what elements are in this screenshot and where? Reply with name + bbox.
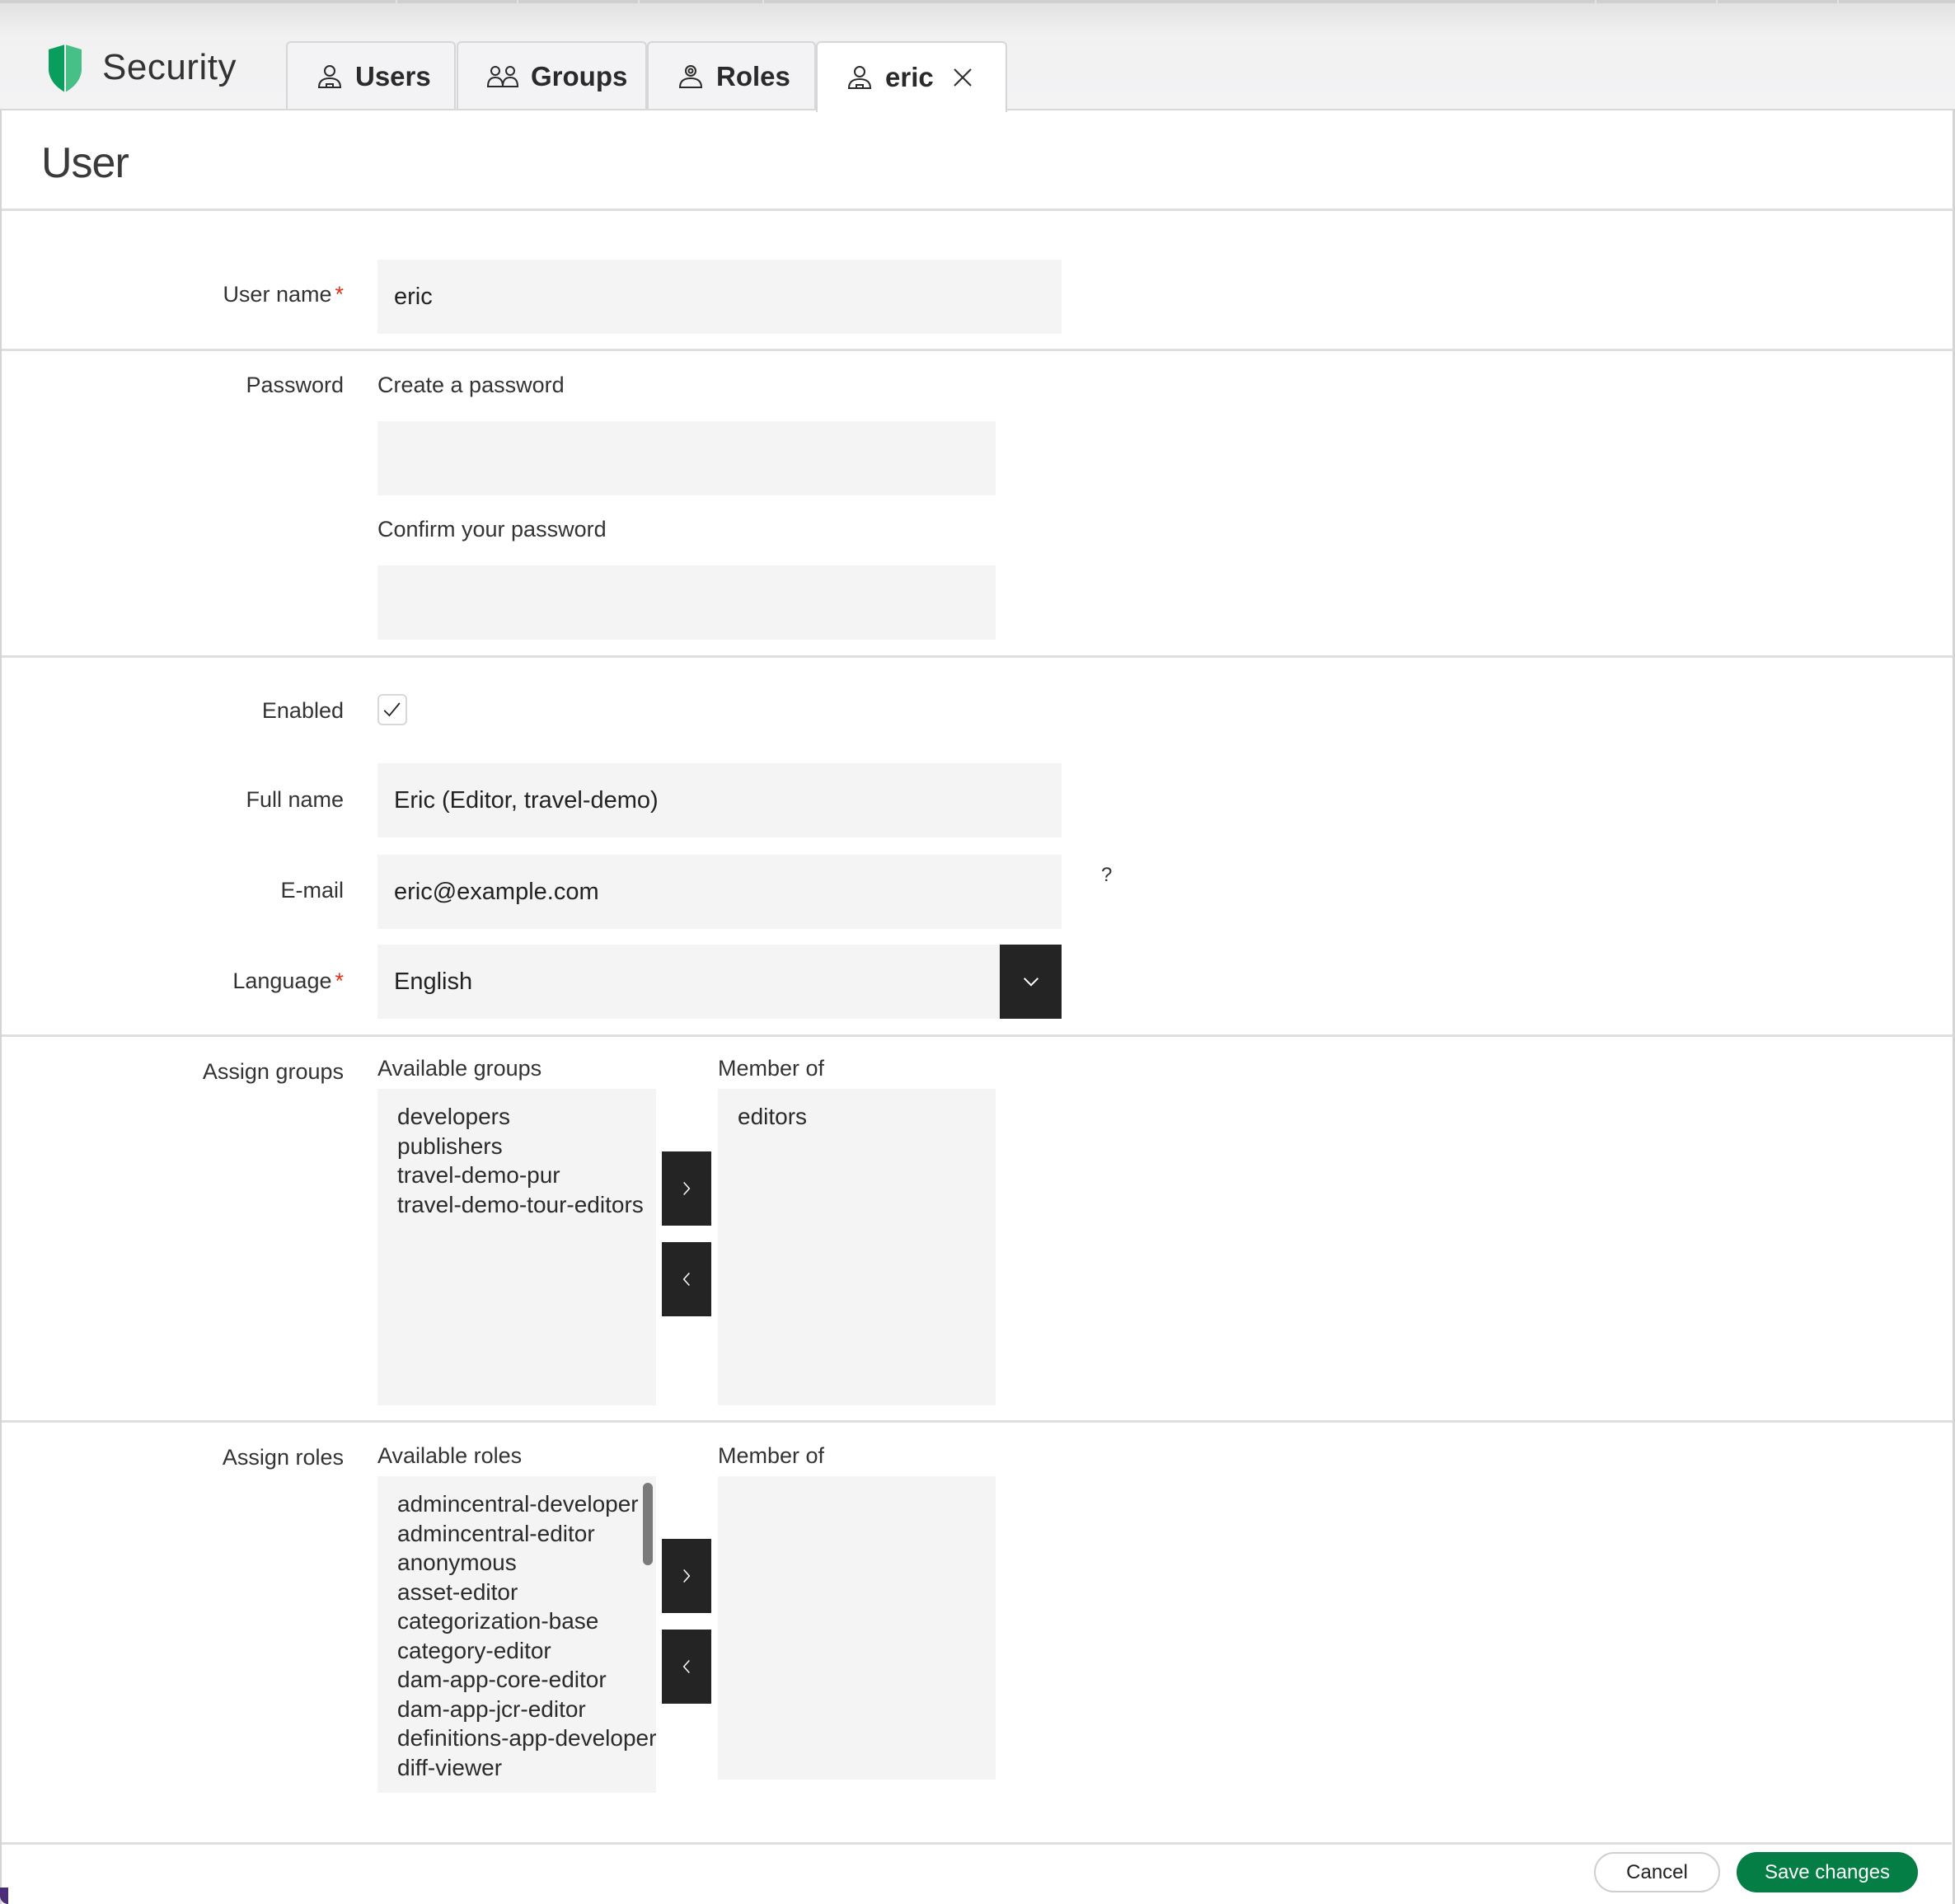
- fullname-label: Full name: [246, 787, 344, 812]
- language-select[interactable]: English: [377, 945, 1000, 1019]
- member-roles-list[interactable]: [718, 1476, 996, 1780]
- list-item[interactable]: publishers: [397, 1132, 656, 1161]
- tab-roles[interactable]: Roles: [647, 41, 816, 110]
- language-label: Language *: [232, 968, 344, 993]
- tab-label: Roles: [716, 61, 790, 91]
- required-marker: *: [335, 282, 344, 307]
- chevron-down-icon: [1023, 978, 1038, 987]
- available-roles-label: Available roles: [377, 1443, 523, 1468]
- user-icon: [847, 66, 872, 89]
- member-roles-label: Member of: [718, 1443, 825, 1468]
- tab-label: eric: [885, 62, 934, 92]
- available-groups-label: Available groups: [377, 1056, 542, 1081]
- list-item[interactable]: categorization-base: [397, 1606, 656, 1636]
- language-dropdown-button[interactable]: [1000, 945, 1062, 1019]
- close-icon[interactable]: [952, 67, 973, 88]
- page-title: User: [41, 139, 129, 187]
- confirm-password-label: Confirm your password: [377, 517, 607, 542]
- role-icon: [678, 65, 703, 88]
- required-marker: *: [335, 968, 344, 993]
- user-icon: [317, 65, 342, 88]
- tab-label: Users: [355, 61, 431, 91]
- chevron-right-icon: [683, 1182, 691, 1195]
- cancel-button[interactable]: Cancel: [1594, 1852, 1720, 1892]
- add-group-button[interactable]: [662, 1151, 711, 1226]
- list-item[interactable]: anonymous: [397, 1548, 656, 1578]
- list-item[interactable]: category-editor: [397, 1636, 656, 1666]
- username-field[interactable]: eric: [377, 260, 1062, 334]
- create-password-label: Create a password: [377, 373, 565, 397]
- add-role-button[interactable]: [662, 1539, 711, 1613]
- divider: [2, 349, 1953, 351]
- chevron-right-icon: [683, 1569, 691, 1583]
- assign-groups-label: Assign groups: [202, 1059, 344, 1084]
- username-label: User name *: [223, 282, 344, 307]
- group-icon: [486, 66, 519, 87]
- list-item[interactable]: dam-app-jcr-editor: [397, 1695, 656, 1724]
- enabled-checkbox[interactable]: [377, 694, 407, 725]
- list-item[interactable]: dam-app-core-editor: [397, 1665, 656, 1695]
- divider: [2, 655, 1953, 658]
- list-item[interactable]: developers: [397, 1102, 656, 1132]
- chevron-left-icon: [682, 1273, 690, 1286]
- password-label: Password: [246, 373, 344, 397]
- remove-group-button[interactable]: [662, 1242, 711, 1316]
- available-roles-list[interactable]: admincentral-developer admincentral-edit…: [377, 1476, 656, 1793]
- available-groups-list[interactable]: developers publishers travel-demo-pur tr…: [377, 1089, 656, 1405]
- help-icon[interactable]: ?: [1101, 864, 1112, 887]
- scrollbar[interactable]: [643, 1483, 653, 1565]
- app-title: Security: [102, 47, 237, 87]
- enabled-label: Enabled: [261, 698, 344, 723]
- list-item[interactable]: travel-demo-pur: [397, 1161, 656, 1190]
- save-changes-button[interactable]: Save changes: [1737, 1852, 1918, 1892]
- assign-roles-label: Assign roles: [222, 1445, 344, 1470]
- chevron-left-icon: [682, 1660, 690, 1673]
- list-item[interactable]: travel-demo-tour-editors: [397, 1190, 656, 1220]
- list-item[interactable]: asset-editor: [397, 1578, 656, 1607]
- member-groups-list[interactable]: editors: [718, 1089, 996, 1405]
- confirm-password-field[interactable]: [377, 565, 996, 640]
- email-label: E-mail: [280, 878, 344, 903]
- divider: [2, 1420, 1953, 1423]
- list-item[interactable]: admincentral-editor: [397, 1519, 656, 1549]
- fullname-field[interactable]: Eric (Editor, travel-demo): [377, 763, 1062, 837]
- remove-role-button[interactable]: [662, 1630, 711, 1704]
- tab-users[interactable]: Users: [286, 41, 456, 110]
- list-item[interactable]: diff-viewer: [397, 1753, 656, 1783]
- tab-label: Groups: [531, 61, 628, 91]
- email-field[interactable]: eric@example.com: [377, 855, 1062, 929]
- member-groups-label: Member of: [718, 1056, 825, 1081]
- divider: [2, 1034, 1953, 1037]
- divider: [2, 209, 1953, 211]
- list-item[interactable]: admincentral-developer: [397, 1489, 656, 1519]
- list-item[interactable]: editors: [738, 1102, 996, 1132]
- tab-user-eric[interactable]: eric: [816, 41, 1007, 112]
- tab-groups[interactable]: Groups: [457, 41, 647, 110]
- password-field[interactable]: [377, 421, 996, 495]
- list-item[interactable]: definitions-app-developer: [397, 1723, 656, 1753]
- checkmark-icon: [383, 702, 401, 717]
- shield-icon: [49, 45, 82, 92]
